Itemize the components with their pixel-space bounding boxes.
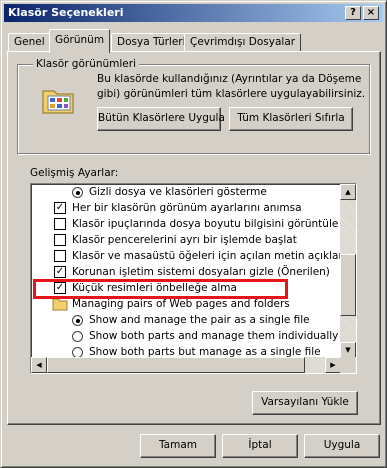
close-button[interactable]: ×: [363, 6, 379, 20]
list-item-label: Her bir klasörün görünüm ayarlarını anım…: [72, 202, 302, 214]
apply-button[interactable]: Uygula: [304, 434, 380, 458]
scroll-up-button[interactable]: ▲: [340, 184, 356, 200]
checkbox[interactable]: [54, 234, 66, 246]
list-item-label: Klasör ve masaüstü öğeleri için açılan m…: [72, 250, 341, 262]
tab-file-types[interactable]: Dosya Türleri: [111, 33, 192, 52]
list-item-label: Show both parts but manage as a single f…: [89, 346, 321, 358]
folder-views-title: Klasör görünümleri: [33, 58, 139, 70]
apply-to-all-folders-button[interactable]: Bütün Klasörlere Uygula: [97, 107, 225, 131]
horizontal-scrollbar[interactable]: ◀ ▶: [31, 357, 341, 373]
list-item-label: Klasör ipuçlarında dosya boyutu bilgisin…: [72, 218, 339, 230]
list-item-label: Klasör pencerelerini ayrı bir işlemde ba…: [72, 234, 297, 246]
tab-strip: Genel Görünüm Dosya Türleri Çevrimdışı D…: [8, 29, 382, 53]
advanced-settings-label: Gelişmiş Ayarlar:: [30, 167, 119, 179]
tab-view[interactable]: Görünüm: [49, 29, 111, 53]
folder-views-icon: [42, 90, 74, 114]
titlebar[interactable]: Klasör Seçenekleri ? ×: [4, 4, 383, 22]
list-item-label: Show both parts and manage them individu…: [89, 330, 339, 342]
ok-button[interactable]: Tamam: [140, 434, 216, 458]
folder-icon: [52, 298, 68, 311]
checkbox[interactable]: [54, 218, 66, 230]
radio-button[interactable]: [72, 331, 83, 342]
advanced-settings-tree[interactable]: Gizli dosya ve klasörleri gösterme ✓ Her…: [30, 183, 357, 374]
list-item-label: Korunan işletim sistemi dosyaları gizle …: [72, 266, 330, 278]
radio-button[interactable]: [72, 187, 83, 198]
scroll-left-button[interactable]: ◀: [31, 357, 47, 373]
cancel-button[interactable]: İptal: [222, 434, 298, 458]
advanced-settings-rows: Gizli dosya ve klasörleri gösterme ✓ Her…: [31, 184, 341, 358]
help-button[interactable]: ?: [345, 6, 361, 20]
tab-offline-files[interactable]: Çevrimdışı Dosyalar: [184, 33, 302, 52]
restore-defaults-button[interactable]: Varsayılanı Yükle: [252, 391, 358, 415]
checkbox[interactable]: ✓: [54, 266, 66, 278]
checkbox[interactable]: ✓: [54, 202, 66, 214]
list-item-label: Show and manage the pair as a single fil…: [89, 314, 310, 326]
vertical-scrollbar[interactable]: ▲ ▼: [340, 184, 356, 358]
scrollbar-corner: [340, 357, 356, 373]
horizontal-scroll-thumb[interactable]: [47, 357, 305, 373]
checkbox[interactable]: [54, 250, 66, 262]
list-item-label: Gizli dosya ve klasörleri gösterme: [89, 186, 267, 198]
reset-all-folders-button[interactable]: Tüm Klasörleri Sıfırla: [229, 107, 353, 131]
tab-general[interactable]: Genel: [8, 33, 51, 52]
list-item-label: Managing pairs of Web pages and folders: [72, 298, 290, 310]
vertical-scroll-thumb[interactable]: [340, 254, 356, 316]
radio-button[interactable]: [72, 315, 83, 326]
folder-views-description: Bu klasörde kullandığınız (Ayrıntılar ya…: [97, 73, 366, 100]
window-title: Klasör Seçenekleri: [8, 6, 124, 19]
list-item-label: Küçük resimleri önbelleğe alma: [72, 282, 237, 294]
scroll-right-button[interactable]: ▶: [325, 357, 341, 373]
checkbox[interactable]: ✓: [54, 282, 66, 294]
scroll-down-button[interactable]: ▼: [340, 342, 356, 358]
